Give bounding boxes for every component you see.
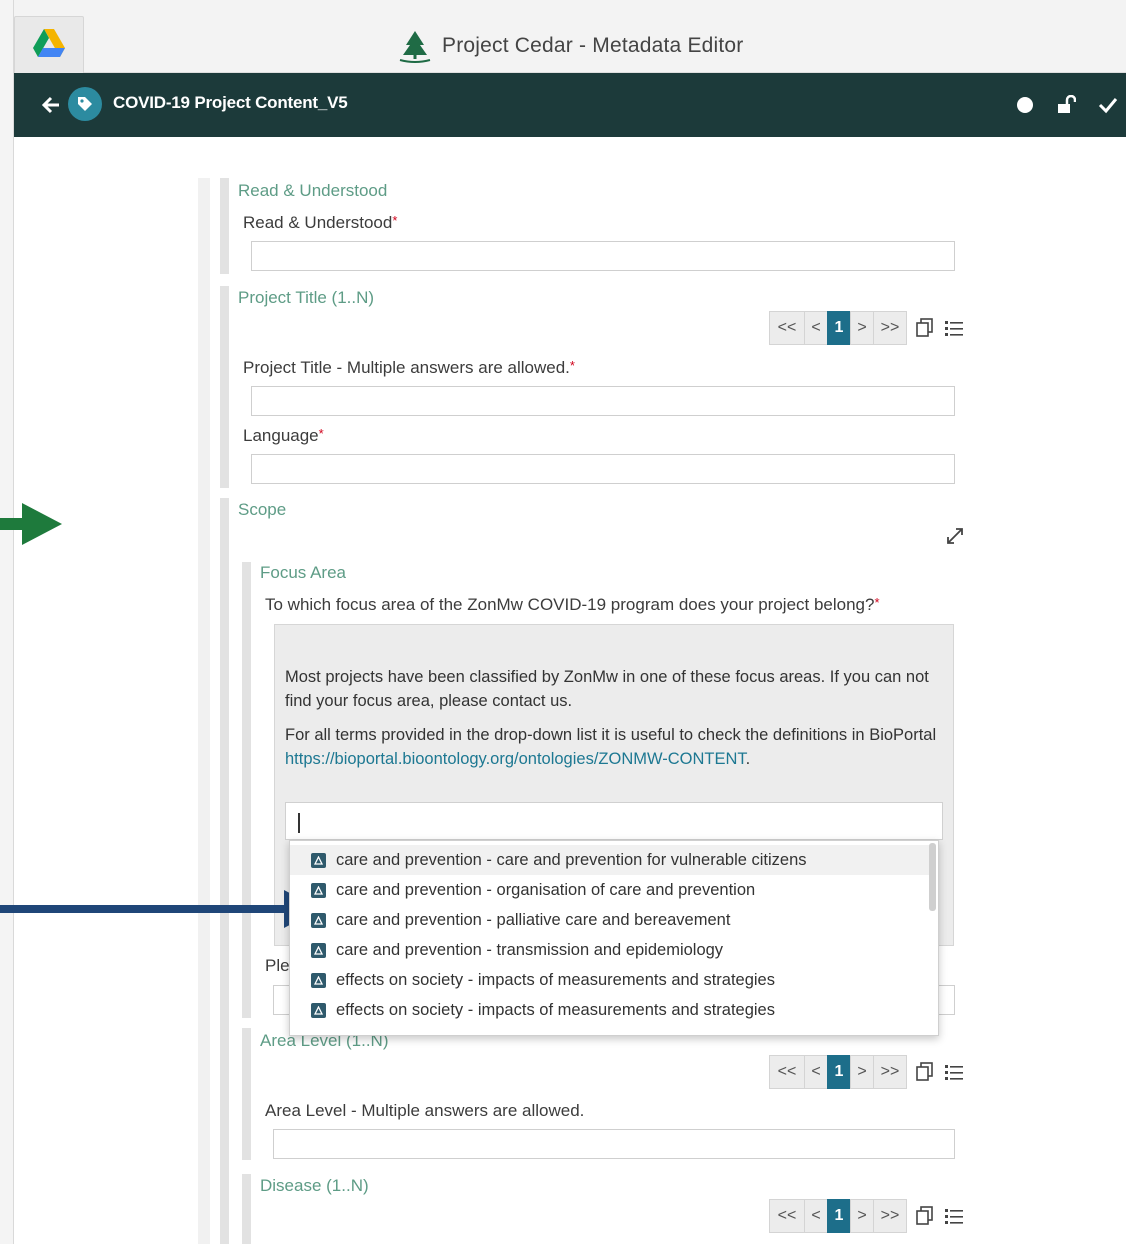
focus-area-dropdown: care and prevention - care and preventio…	[289, 840, 939, 1036]
back-arrow-icon[interactable]	[40, 92, 62, 118]
unlock-icon[interactable]	[1056, 95, 1076, 115]
check-icon[interactable]	[1098, 95, 1118, 115]
help-paragraph: For all terms provided in the drop-down …	[285, 726, 937, 768]
dot-icon[interactable]	[1016, 96, 1034, 114]
pager-prev-button[interactable]: <	[804, 311, 828, 345]
app-title: Project Cedar - Metadata Editor	[398, 28, 744, 64]
tag-icon	[68, 87, 102, 121]
focus-area-search-input[interactable]	[285, 802, 943, 840]
pager-page-button[interactable]: 1	[827, 1055, 851, 1089]
pager-last-button[interactable]: >>	[873, 311, 907, 345]
google-drive-icon	[33, 28, 65, 62]
template-navbar: COVID-19 Project Content_V5	[14, 73, 1126, 137]
field-label-language: Language*	[243, 426, 324, 445]
section-bar	[220, 286, 229, 488]
project-title-pager: << < 1 > >>	[769, 311, 964, 345]
copy-icon[interactable]	[916, 318, 934, 338]
text-caret	[298, 813, 300, 833]
form-outer-bar	[198, 178, 210, 1244]
dropdown-option-label: care and prevention - transmission and e…	[336, 940, 724, 959]
area-level-pager: << < 1 > >>	[769, 1055, 964, 1089]
bioportal-link[interactable]: https://bioportal.bioontology.org/ontolo…	[285, 750, 746, 768]
ontology-term-icon	[311, 942, 326, 958]
expand-icon[interactable]	[946, 527, 964, 550]
section-title-read-understood: Read & Understood	[238, 181, 388, 200]
disease-pager: << < 1 > >>	[769, 1199, 964, 1233]
cedar-tree-icon	[398, 29, 432, 63]
metadata-form: Read & Understood Read & Understood* Pro…	[198, 178, 978, 1244]
section-title-focus-area: Focus Area	[260, 563, 346, 582]
section-title-disease: Disease (1..N)	[260, 1176, 369, 1195]
pager-first-button[interactable]: <<	[769, 1055, 805, 1089]
green-annotation-arrow-icon	[0, 503, 62, 545]
language-input[interactable]	[251, 454, 955, 484]
field-label-project-title: Project Title - Multiple answers are all…	[243, 358, 575, 377]
subsection-bar	[242, 562, 251, 1018]
list-icon[interactable]	[944, 319, 964, 337]
field-label-read-understood: Read & Understood*	[243, 213, 398, 232]
pager-last-button[interactable]: >>	[873, 1055, 907, 1089]
ontology-term-icon	[311, 912, 326, 928]
copy-icon[interactable]	[916, 1062, 934, 1082]
copy-icon[interactable]	[916, 1206, 934, 1226]
list-icon[interactable]	[944, 1063, 964, 1081]
subsection-bar	[242, 1028, 251, 1160]
blue-annotation-arrow-icon	[0, 890, 320, 928]
dropdown-option-label: care and prevention - care and preventio…	[336, 850, 807, 869]
field-label-area-level: Area Level - Multiple answers are allowe…	[265, 1101, 585, 1120]
ontology-term-icon	[311, 1002, 326, 1018]
dropdown-option[interactable]: care and prevention - organisation of ca…	[290, 875, 930, 905]
pager-page-button[interactable]: 1	[827, 311, 851, 345]
pager-last-button[interactable]: >>	[873, 1199, 907, 1233]
project-title-input[interactable]	[251, 386, 955, 416]
dropdown-option[interactable]: effects on society - impacts of measurem…	[290, 995, 930, 1025]
field-label-partial: Ple	[265, 956, 290, 975]
list-icon[interactable]	[944, 1207, 964, 1225]
field-label-focus-area: To which focus area of the ZonMw COVID-1…	[265, 595, 880, 614]
read-understood-input[interactable]	[251, 241, 955, 271]
dropdown-option-label: effects on society - impacts of measurem…	[336, 1000, 775, 1019]
window-left-edge	[0, 0, 14, 1244]
section-bar	[220, 498, 229, 1244]
drive-tab[interactable]	[14, 16, 84, 73]
dropdown-option[interactable]: effects on society - impacts of measurem…	[290, 965, 930, 995]
ontology-term-icon	[311, 972, 326, 988]
pager-prev-button[interactable]: <	[804, 1055, 828, 1089]
ontology-term-icon	[311, 852, 326, 868]
subsection-bar	[242, 1174, 251, 1244]
section-title-project-title: Project Title (1..N)	[238, 288, 375, 307]
section-bar	[220, 178, 229, 274]
pager-first-button[interactable]: <<	[769, 1199, 805, 1233]
pager-page-button[interactable]: 1	[827, 1199, 851, 1233]
pager-first-button[interactable]: <<	[769, 311, 805, 345]
pager-next-button[interactable]: >	[850, 311, 874, 345]
dropdown-option[interactable]: care and prevention - palliative care an…	[290, 905, 930, 935]
help-paragraph: Most projects have been classified by Zo…	[285, 668, 929, 710]
area-level-input[interactable]	[273, 1129, 955, 1159]
pager-prev-button[interactable]: <	[804, 1199, 828, 1233]
dropdown-option-label: care and prevention - organisation of ca…	[336, 880, 756, 899]
dropdown-option[interactable]: care and prevention - care and preventio…	[290, 845, 930, 875]
ontology-term-icon	[311, 882, 326, 898]
dropdown-option[interactable]: care and prevention - transmission and e…	[290, 935, 930, 965]
dropdown-option-label: care and prevention - palliative care an…	[336, 910, 731, 929]
dropdown-scrollbar[interactable]	[929, 843, 936, 911]
pager-next-button[interactable]: >	[850, 1055, 874, 1089]
section-title-scope: Scope	[238, 500, 287, 519]
dropdown-option-label: effects on society - impacts of measurem…	[336, 970, 775, 989]
template-name: COVID-19 Project Content_V5	[113, 93, 348, 112]
navbar-actions	[1016, 73, 1126, 137]
app-title-text: Project Cedar - Metadata Editor	[442, 34, 744, 57]
pager-next-button[interactable]: >	[850, 1199, 874, 1233]
